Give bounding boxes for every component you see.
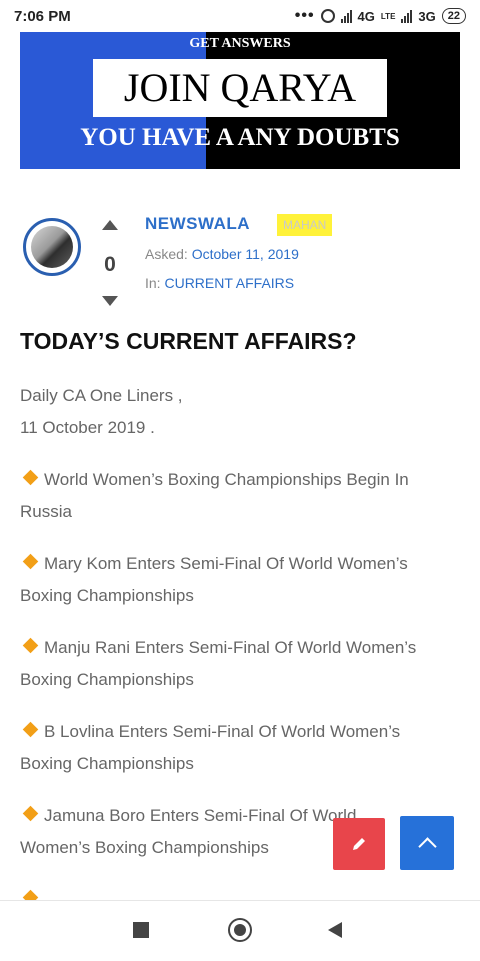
scroll-top-button[interactable] xyxy=(400,816,454,870)
author-name-link[interactable]: NEWSWALA xyxy=(145,214,250,234)
item-text: Boxing Championships xyxy=(20,754,194,773)
banner-top-text: GET ANSWERS xyxy=(189,36,291,51)
in-label: In: xyxy=(145,275,161,291)
list-item: Mary Kom Enters Semi-Final Of World Wome… xyxy=(20,548,460,612)
intro-line: 11 October 2019 . xyxy=(20,418,155,437)
status-time: 7:06 PM xyxy=(14,8,71,25)
item-text: Manju Rani Enters Semi-Final Of World Wo… xyxy=(44,638,417,657)
asked-date-row: Asked: October 11, 2019 xyxy=(145,246,299,262)
diamond-bullet-icon xyxy=(22,553,39,570)
upvote-button[interactable] xyxy=(102,220,118,230)
promo-banner[interactable]: GET ANSWERS JOIN QARYA YOU HAVE A ANY DO… xyxy=(20,32,460,169)
status-bar: 7:06 PM ••• 4G LTE 3G 22 xyxy=(0,0,480,32)
list-item: Manju Rani Enters Semi-Final Of World Wo… xyxy=(20,632,460,696)
system-nav-bar xyxy=(0,900,480,961)
category-row: In: CURRENT AFFAIRS xyxy=(145,275,294,291)
network-3g: 3G xyxy=(418,8,436,24)
diamond-bullet-icon xyxy=(22,805,39,822)
diamond-bullet-icon xyxy=(22,469,39,486)
list-item: Jamuna Boro Enters Semi-Final Of World W… xyxy=(20,800,460,864)
downvote-button[interactable] xyxy=(102,296,118,306)
signal-icon xyxy=(401,9,413,23)
back-button[interactable] xyxy=(328,922,342,938)
volte-label: LTE xyxy=(380,11,396,21)
list-item: World Women’s Boxing Championships Begin… xyxy=(20,464,460,528)
item-text: World Women’s Boxing Championships Begin… xyxy=(44,470,409,489)
banner-headline: JOIN QARYA xyxy=(93,59,387,117)
author-badge: MAHAN xyxy=(277,214,333,236)
item-text: Boxing Championships xyxy=(20,670,194,689)
item-text: Jamuna Boro Enters Semi-Final Of World xyxy=(44,806,357,825)
vote-count: 0 xyxy=(104,253,116,276)
asked-date-link[interactable]: October 11, 2019 xyxy=(192,246,299,262)
battery-icon: 22 xyxy=(441,8,466,24)
diamond-bullet-icon xyxy=(22,637,39,654)
alarm-icon xyxy=(320,9,335,23)
author-avatar[interactable] xyxy=(23,218,81,276)
intro-paragraph: Daily CA One Liners , 11 October 2019 . xyxy=(20,380,460,444)
intro-line: Daily CA One Liners , xyxy=(20,386,183,405)
banner-bottom-text: YOU HAVE A ANY DOUBTS xyxy=(80,124,400,151)
item-text: B Lovlina Enters Semi-Final Of World Wom… xyxy=(44,722,401,741)
chevron-up-icon xyxy=(417,836,437,856)
more-dots: ••• xyxy=(294,7,315,24)
category-link[interactable]: CURRENT AFFAIRS xyxy=(164,275,294,291)
edit-button[interactable] xyxy=(333,818,385,870)
diamond-bullet-icon xyxy=(22,721,39,738)
recent-apps-button[interactable] xyxy=(133,922,149,938)
pencil-icon xyxy=(353,838,365,850)
item-text: Mary Kom Enters Semi-Final Of World Wome… xyxy=(44,554,408,573)
network-4g: 4G xyxy=(357,8,375,24)
status-icons: ••• 4G LTE 3G 22 xyxy=(295,7,466,25)
avatar-image xyxy=(31,226,73,268)
item-text: Women’s Boxing Championships xyxy=(20,838,269,857)
asked-label: Asked: xyxy=(145,246,188,262)
item-text: Russia xyxy=(20,502,72,521)
list-item: B Lovlina Enters Semi-Final Of World Wom… xyxy=(20,716,460,780)
signal-icon xyxy=(340,9,352,23)
home-button[interactable] xyxy=(228,918,252,942)
item-text: Boxing Championships xyxy=(20,586,194,605)
question-title: TODAY’S CURRENT AFFAIRS? xyxy=(20,328,357,354)
